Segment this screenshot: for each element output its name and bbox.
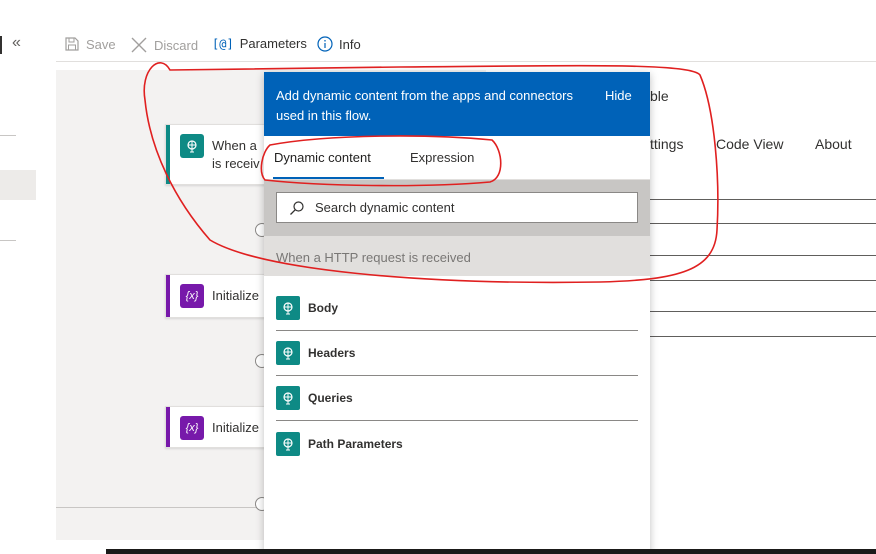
- parameters-label: Parameters: [239, 36, 307, 51]
- nav-divider: [0, 36, 2, 54]
- field-underline: [650, 223, 876, 224]
- dynamic-item-label: Body: [308, 301, 338, 315]
- designer-window: « Save Discard [@] Parameters Info When …: [0, 0, 876, 554]
- field-underline: [650, 280, 876, 281]
- dynamic-item-label: Queries: [308, 391, 353, 405]
- http-request-icon: [180, 134, 204, 158]
- card-accent: [166, 275, 170, 317]
- hide-button[interactable]: Hide: [605, 88, 632, 103]
- field-underline: [650, 255, 876, 256]
- trigger-section-header[interactable]: When a HTTP request is received: [264, 236, 650, 276]
- save-button[interactable]: Save: [64, 36, 116, 52]
- left-nav: «: [0, 0, 36, 554]
- initialize-card-title: Initialize: [212, 420, 259, 435]
- nav-separator: [0, 240, 16, 241]
- dynamic-item-path-parameters[interactable]: Path Parameters: [276, 421, 638, 466]
- search-icon: [290, 200, 304, 215]
- http-request-icon: [276, 431, 300, 456]
- field-underline: [650, 336, 876, 337]
- dynamic-item-label: Headers: [308, 346, 356, 360]
- dynamic-item-label: Path Parameters: [308, 436, 403, 451]
- save-icon: [65, 37, 79, 51]
- collapse-nav-icon[interactable]: «: [12, 34, 21, 52]
- nav-separator: [0, 135, 16, 136]
- info-icon: [317, 36, 333, 52]
- trigger-card-title: When a is receiv: [212, 138, 260, 171]
- tab-about[interactable]: About: [815, 136, 852, 152]
- http-request-icon: [276, 296, 300, 320]
- dynamic-item-queries[interactable]: Queries: [276, 376, 638, 421]
- dynamic-content-list: Body Headers Queries Path Parameters: [264, 276, 650, 466]
- dynamic-content-tabs: Dynamic content Expression: [264, 136, 650, 180]
- panel-title-fragment: ble: [650, 88, 669, 104]
- tab-settings[interactable]: ttings: [650, 136, 683, 152]
- save-label: Save: [86, 36, 116, 52]
- info-label: Info: [339, 36, 361, 52]
- close-icon: [131, 37, 147, 53]
- discard-label: Discard: [154, 37, 199, 53]
- trigger-section-title: When a HTTP request is received: [276, 250, 471, 265]
- tab-expression[interactable]: Expression: [410, 150, 474, 165]
- parameters-button[interactable]: [@] Parameters: [212, 36, 307, 51]
- discard-button[interactable]: Discard: [130, 36, 198, 54]
- field-underline: [650, 199, 876, 200]
- designer-toolbar: Save Discard [@] Parameters Info: [56, 28, 876, 62]
- active-tab-indicator: [273, 177, 384, 179]
- search-box[interactable]: [276, 192, 638, 223]
- nav-item-selected[interactable]: [0, 170, 36, 200]
- variable-icon: {x}: [180, 416, 204, 440]
- card-accent: [166, 407, 170, 447]
- taskbar-strip: [106, 549, 876, 554]
- initialize-card-title: Initialize: [212, 288, 259, 303]
- field-underline: [650, 311, 876, 312]
- search-area: [264, 180, 650, 236]
- dynamic-content-panel: Add dynamic content from the apps and co…: [264, 72, 650, 554]
- info-button[interactable]: Info: [317, 36, 361, 52]
- search-input[interactable]: [315, 200, 615, 215]
- parameters-icon: [@]: [212, 36, 234, 51]
- dynamic-item-headers[interactable]: Headers: [276, 331, 638, 376]
- card-accent: [166, 125, 170, 184]
- http-request-icon: [276, 386, 300, 410]
- dynamic-item-body[interactable]: Body: [276, 286, 638, 331]
- http-request-icon: [276, 341, 300, 365]
- tab-dynamic-content[interactable]: Dynamic content: [274, 150, 371, 165]
- dynamic-content-description: Add dynamic content from the apps and co…: [276, 88, 574, 123]
- variable-icon: {x}: [180, 284, 204, 308]
- tab-code-view[interactable]: Code View: [716, 136, 783, 152]
- dynamic-content-header: Add dynamic content from the apps and co…: [264, 72, 650, 136]
